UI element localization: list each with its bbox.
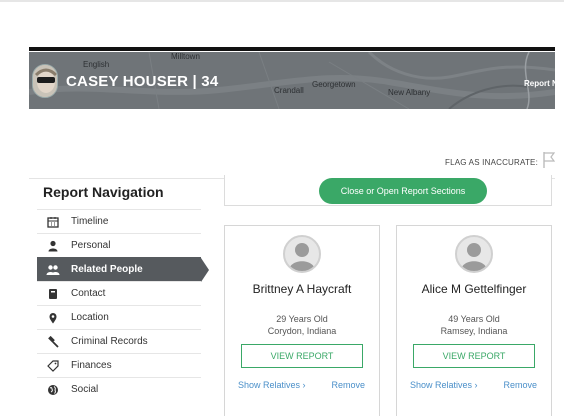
globe-icon xyxy=(43,384,63,396)
profile-avatar xyxy=(32,64,58,98)
report-frame: Milltown English Crandall Georgetown New… xyxy=(29,47,555,416)
flag-label: FLAG AS INACCURATE: xyxy=(445,158,539,167)
person-avatar-icon xyxy=(283,235,321,273)
report-navigation-title: Report Navigation xyxy=(43,184,164,200)
nav-item-criminal-records[interactable]: Criminal Records xyxy=(37,329,201,353)
map-label: New Albany xyxy=(388,88,431,97)
person-age: 29 Years Old xyxy=(276,314,328,324)
person-icon xyxy=(43,240,63,252)
map-pin-icon xyxy=(43,312,63,324)
person-name: Brittney A Haycraft xyxy=(252,282,352,296)
nav-item-location[interactable]: Location xyxy=(37,305,201,329)
profile-header: Milltown English Crandall Georgetown New… xyxy=(29,52,555,109)
nav-item-social[interactable]: Social xyxy=(37,377,201,401)
remove-link[interactable]: Remove xyxy=(331,380,365,390)
person-location: Corydon, Indiana xyxy=(267,326,337,336)
people-icon xyxy=(43,264,63,276)
nav-item-finances[interactable]: Finances xyxy=(37,353,201,377)
nav-item-label: Related People xyxy=(71,264,143,275)
map-label: Milltown xyxy=(171,52,200,61)
show-relatives-link[interactable]: Show Relatives › xyxy=(238,380,306,390)
nav-item-contact[interactable]: Contact xyxy=(37,281,201,305)
address-book-icon xyxy=(43,288,63,300)
nav-item-label: Location xyxy=(71,312,109,323)
tag-icon xyxy=(43,359,63,372)
nav-item-label: Criminal Records xyxy=(71,336,148,347)
map-label: Georgetown xyxy=(312,80,356,89)
top-bar xyxy=(29,47,555,51)
person-card: Brittney A Haycraft 29 Years Old Corydon… xyxy=(224,225,380,416)
nav-item-label: Finances xyxy=(71,360,112,371)
report-nav-link[interactable]: Report N xyxy=(524,79,555,88)
gavel-icon xyxy=(43,335,63,348)
flag-icon[interactable] xyxy=(542,151,555,169)
person-avatar-icon xyxy=(455,235,493,273)
nav-item-timeline[interactable]: Timeline xyxy=(37,209,201,233)
map-label: Crandall xyxy=(274,86,304,95)
toggle-sections-button[interactable]: Close or Open Report Sections xyxy=(319,178,487,204)
map-label: English xyxy=(83,60,110,69)
toggle-sections-panel: Close or Open Report Sections xyxy=(224,175,552,206)
person-card: Alice M Gettelfinger 49 Years Old Ramsey… xyxy=(396,225,552,416)
remove-link[interactable]: Remove xyxy=(503,380,537,390)
top-border xyxy=(0,0,564,2)
profile-name: CASEY HOUSER | 34 xyxy=(66,73,219,90)
nav-item-related-people[interactable]: Related People xyxy=(37,257,209,282)
nav-item-label: Social xyxy=(71,384,99,395)
calendar-icon xyxy=(43,216,63,228)
person-age: 49 Years Old xyxy=(448,314,500,324)
view-report-button[interactable]: VIEW REPORT xyxy=(241,344,363,368)
nav-item-label: Personal xyxy=(71,240,111,251)
nav-item-label: Timeline xyxy=(71,216,109,227)
flag-row xyxy=(29,109,555,179)
view-report-button[interactable]: VIEW REPORT xyxy=(413,344,535,368)
show-relatives-link[interactable]: Show Relatives › xyxy=(410,380,478,390)
report-navigation: Timeline Personal Related People Contact… xyxy=(37,209,209,401)
person-name: Alice M Gettelfinger xyxy=(421,282,527,296)
nav-item-personal[interactable]: Personal xyxy=(37,233,201,257)
person-location: Ramsey, Indiana xyxy=(440,326,508,336)
nav-item-label: Contact xyxy=(71,288,106,299)
